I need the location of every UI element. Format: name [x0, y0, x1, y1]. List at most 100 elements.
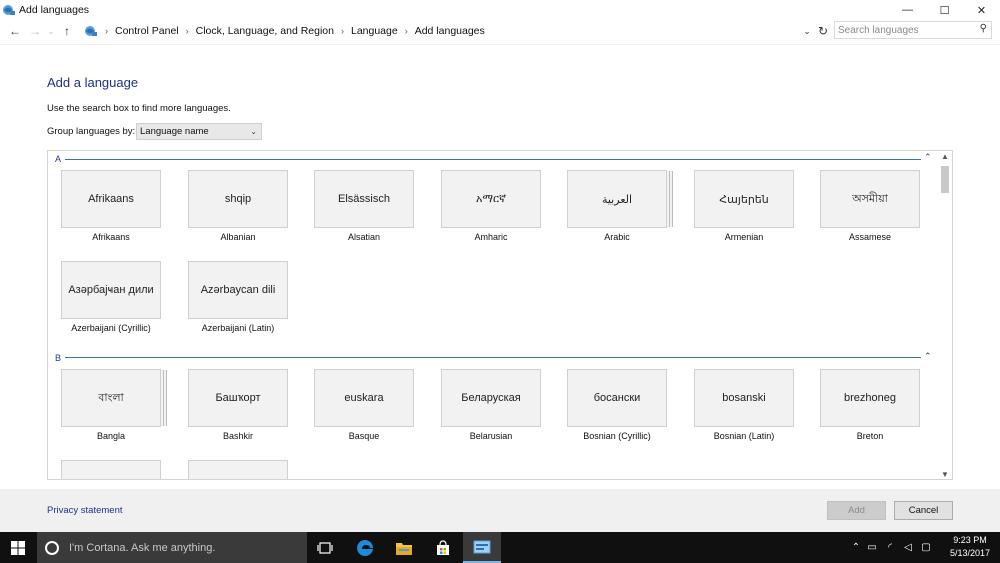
cancel-button[interactable]: Cancel [894, 501, 953, 520]
address-bar[interactable]: › Control Panel › Clock, Language, and R… [80, 20, 816, 42]
language-tile[interactable]: Азәрбајҹан дили [61, 261, 161, 319]
page-title: Add a language [47, 75, 139, 90]
search-box[interactable]: ⚲ [834, 21, 992, 39]
control-panel-taskbar-button[interactable] [463, 532, 501, 563]
start-button[interactable] [0, 532, 36, 563]
group-divider [65, 159, 921, 160]
language-tile-label: Breton [856, 431, 884, 441]
cortana-search-box[interactable]: I'm Cortana. Ask me anything. [37, 532, 307, 563]
group-by-select[interactable]: Language name ⌄ [136, 123, 262, 140]
language-tile-label: Assamese [848, 232, 892, 242]
privacy-statement-link[interactable]: Privacy statement [47, 505, 123, 516]
recent-locations-chevron-icon[interactable]: ⌄ [45, 20, 57, 42]
scroll-down-icon[interactable]: ▼ [941, 470, 949, 479]
group-divider [65, 357, 921, 358]
collapse-group-a-icon[interactable]: ⌃ [924, 152, 932, 163]
language-tile[interactable]: অসমীয়া [820, 170, 920, 228]
back-button[interactable]: ← [5, 20, 25, 42]
edge-taskbar-button[interactable] [346, 532, 384, 563]
language-tile[interactable]: bosanski [694, 369, 794, 427]
language-tile-label: Bosnian (Latin) [713, 431, 775, 441]
show-hidden-icons-icon[interactable]: ⌃ [849, 542, 863, 553]
breadcrumb-separator: › [404, 26, 408, 36]
edge-icon [357, 539, 373, 556]
breadcrumb-separator: › [340, 26, 344, 36]
language-tile-label: Arabic [604, 232, 630, 242]
battery-icon[interactable]: ▭ [863, 542, 881, 553]
scrollbar-thumb[interactable] [941, 166, 949, 193]
dialog-footer: Privacy statement Add Cancel [0, 489, 1000, 532]
breadcrumb-separator: › [105, 26, 108, 36]
language-tile-label: Bashkir [222, 431, 253, 441]
divider [0, 44, 1000, 45]
clock-time: 9:23 PM [953, 535, 987, 545]
address-dropdown-icon[interactable]: ⌄ [800, 20, 814, 42]
cortana-placeholder: I'm Cortana. Ask me anything. [69, 541, 216, 554]
language-tile-label: Afrikaans [92, 232, 130, 242]
collapse-group-b-icon[interactable]: ⌃ [924, 351, 932, 362]
volume-icon[interactable]: ◁ [899, 542, 917, 553]
language-tile[interactable]: Հայերեն [694, 170, 794, 228]
language-tile[interactable]: Azərbaycan dili [188, 261, 288, 319]
system-tray: ⌃ ▭ ◜ ◁ ▢ [849, 532, 935, 563]
title-bar: Add languages — ☐ ✕ [0, 0, 1000, 20]
language-tile-partial[interactable] [61, 460, 161, 479]
group-header-b[interactable]: B [55, 353, 61, 363]
store-bag-icon [437, 539, 449, 555]
breadcrumb-clock-language-region[interactable]: Clock, Language, and Region [196, 25, 334, 37]
language-tile[interactable]: brezhoneg [820, 369, 920, 427]
breadcrumb-control-panel[interactable]: Control Panel [115, 25, 179, 37]
language-tile-label: Amharic [474, 232, 508, 242]
control-panel-icon [85, 26, 97, 36]
scroll-up-icon[interactable]: ▲ [941, 152, 949, 161]
task-view-button[interactable] [306, 532, 344, 563]
language-tile[interactable]: বাংলা [61, 369, 161, 427]
forward-button[interactable]: → [25, 20, 45, 42]
language-window-icon [473, 540, 491, 553]
language-tile[interactable]: Беларуская [441, 369, 541, 427]
language-tile[interactable]: አማርኛ [441, 170, 541, 228]
add-button[interactable]: Add [827, 501, 886, 520]
language-list: A ⌃ B ⌃ Afrikaans Afrikaans shqip Albanian E… [47, 150, 953, 480]
language-tile[interactable]: босански [567, 369, 667, 427]
language-tile[interactable]: العربية [567, 170, 667, 228]
language-tile-label: Azerbaijani (Cyrillic) [71, 323, 151, 333]
language-tile[interactable]: Башҡорт [188, 369, 288, 427]
language-tile-label: Alsatian [347, 232, 381, 242]
cortana-icon [45, 540, 59, 555]
language-tile[interactable]: shqip [188, 170, 288, 228]
vertical-scrollbar[interactable]: ▲ ▼ [939, 151, 952, 479]
close-button[interactable]: ✕ [963, 0, 1000, 20]
action-center-icon[interactable]: ▢ [917, 542, 935, 553]
search-input[interactable] [835, 22, 970, 39]
language-tile-label: Basque [348, 431, 380, 441]
search-icon[interactable]: ⚲ [980, 23, 987, 34]
language-tile-partial[interactable] [188, 460, 288, 479]
breadcrumb-separator: › [185, 26, 189, 36]
language-tile-label: Bosnian (Cyrillic) [583, 431, 651, 441]
language-tile[interactable]: Afrikaans [61, 170, 161, 228]
language-tile[interactable]: Elsässisch [314, 170, 414, 228]
window-title: Add languages [19, 4, 90, 16]
task-view-icon [317, 541, 333, 554]
windows-logo-icon [11, 540, 25, 555]
language-tile-label: Bangla [96, 431, 126, 441]
language-tile[interactable]: euskara [314, 369, 414, 427]
page-description: Use the search box to find more language… [47, 103, 231, 114]
group-header-a[interactable]: A [55, 154, 61, 164]
wifi-icon[interactable]: ◜ [881, 542, 899, 553]
group-by-label: Group languages by: [47, 126, 136, 137]
maximize-button[interactable]: ☐ [926, 0, 963, 20]
breadcrumb-add-languages[interactable]: Add languages [415, 25, 485, 37]
language-tile-label: Albanian [220, 232, 256, 242]
taskbar-clock[interactable]: 9:23 PM 5/13/2017 [945, 534, 995, 560]
store-taskbar-button[interactable] [424, 532, 462, 563]
minimize-button[interactable]: — [889, 0, 926, 20]
up-button[interactable]: ↑ [57, 20, 77, 42]
language-tile-label: Azerbaijani (Latin) [201, 323, 275, 333]
clock-date: 5/13/2017 [949, 548, 991, 558]
refresh-button[interactable]: ↻ [815, 20, 831, 42]
breadcrumb-language[interactable]: Language [351, 25, 398, 37]
file-explorer-taskbar-button[interactable] [385, 532, 423, 563]
chevron-down-icon: ⌄ [250, 127, 257, 136]
